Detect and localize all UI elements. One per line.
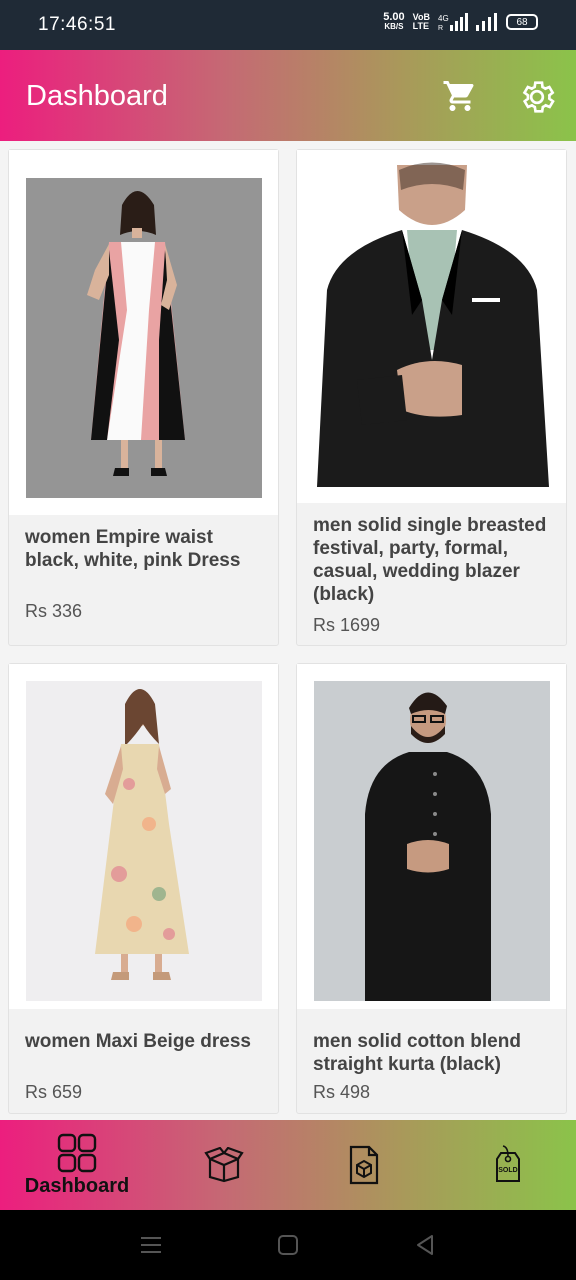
product-image <box>26 178 262 498</box>
product-image <box>26 681 262 1001</box>
svg-text:SOLD: SOLD <box>498 1167 517 1174</box>
cart-icon[interactable] <box>442 78 478 114</box>
nav-item-sold[interactable]: SOLD <box>436 1120 576 1210</box>
product-image-wrap <box>297 664 566 1009</box>
svg-text:R: R <box>438 25 443 31</box>
product-image-wrap <box>297 150 566 503</box>
nav-item-products[interactable] <box>152 1120 296 1210</box>
product-grid: women Empire waist black, white, pink Dr… <box>0 141 576 1120</box>
document-icon <box>349 1145 379 1185</box>
product-price: Rs 336 <box>25 601 83 621</box>
volte-indicator: VoB LTE <box>412 12 430 31</box>
product-price: Rs 498 <box>313 1082 371 1102</box>
product-name: women Empire waist black, white, pink Dr… <box>25 527 241 571</box>
product-name: men solid cotton blend straight kurta (b… <box>313 1031 521 1075</box>
status-indicators: 5.00 KB/S VoB LTE 4G R 68 <box>383 12 538 32</box>
grid-icon <box>57 1133 97 1172</box>
network-speed: 5.00 KB/S <box>383 11 405 32</box>
signal-4g-icon: 4G R <box>438 13 468 31</box>
nav-label-dashboard: Dashboard <box>24 1174 130 1197</box>
product-name: men solid single breasted festival, part… <box>313 515 547 605</box>
system-nav-bar <box>0 1210 576 1280</box>
menu-icon[interactable] <box>140 1235 162 1255</box>
svg-text:4G: 4G <box>438 14 449 23</box>
status-bar: 17:46:51 5.00 KB/S VoB LTE 4G R 68 <box>0 0 576 50</box>
product-image-wrap <box>9 150 278 515</box>
product-card[interactable]: men solid single breasted festival, part… <box>296 149 567 646</box>
back-icon[interactable] <box>414 1234 436 1256</box>
app-bar: Dashboard <box>0 50 576 141</box>
product-card[interactable]: women Maxi Beige dress Rs 659 <box>8 663 279 1114</box>
home-icon[interactable] <box>277 1234 299 1256</box>
status-time: 17:46:51 <box>38 14 116 35</box>
product-price: Rs 659 <box>25 1082 83 1102</box>
product-name: women Maxi Beige dress <box>25 1031 251 1052</box>
bottom-nav: Dashboard SOLD <box>0 1120 576 1210</box>
product-image-wrap <box>9 664 278 1009</box>
product-image <box>314 681 550 1001</box>
page-title: Dashboard <box>26 80 168 112</box>
product-card[interactable]: men solid cotton blend straight kurta (b… <box>296 663 567 1114</box>
product-price: Rs 1699 <box>313 615 381 635</box>
nav-item-dashboard[interactable]: Dashboard <box>5 1120 149 1210</box>
nav-item-orders[interactable] <box>292 1120 436 1210</box>
gear-icon[interactable] <box>517 77 557 117</box>
battery-indicator: 68 <box>506 14 538 30</box>
box-icon <box>204 1147 244 1183</box>
product-card[interactable]: women Empire waist black, white, pink Dr… <box>8 149 279 646</box>
product-image <box>314 162 550 487</box>
signal-icon <box>476 13 497 31</box>
sold-tag-icon: SOLD <box>496 1145 520 1182</box>
